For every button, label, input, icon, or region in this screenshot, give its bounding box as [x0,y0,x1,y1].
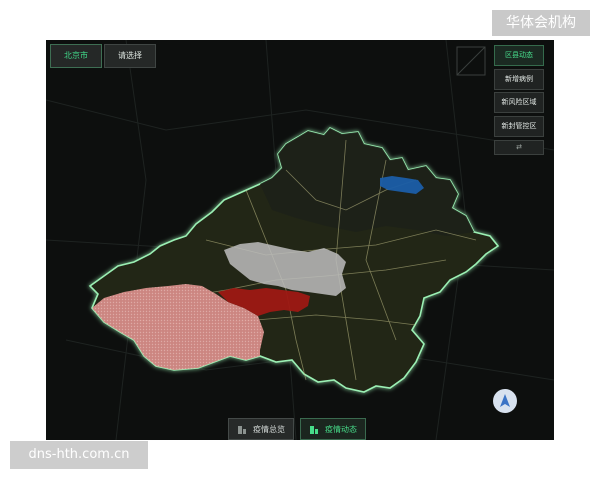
watermark-top-right: 华体会机构 [492,10,590,36]
panel-item-new-control-areas[interactable]: 新封管控区 [494,116,544,137]
district-map[interactable] [46,40,554,440]
frame-corner-icon [456,46,486,76]
compass-button[interactable] [493,389,517,413]
district-select[interactable]: 请选择 [104,44,156,68]
tab-label: 疫情总览 [253,425,285,434]
refresh-button[interactable]: ⇄ [494,140,544,155]
panel-item-district-dynamics[interactable]: 区县动态 [494,45,544,66]
watermark-bottom-left: dns-hth.com.cn [10,441,148,469]
panel-item-new-risk-areas[interactable]: 新风险区域 [494,92,544,113]
map-app: 北京市 请选择 区县动态 新增病例 新风险区域 新封管控区 ⇄ 疫情总览 疫情动… [46,40,554,440]
building-icon [238,426,246,434]
swap-arrows-icon: ⇄ [516,143,522,151]
tab-epidemic-overview[interactable]: 疫情总览 [228,418,294,440]
tab-epidemic-dynamics[interactable]: 疫情动态 [300,418,366,440]
city-button[interactable]: 北京市 [50,44,102,68]
building-icon [310,426,318,434]
panel-item-new-cases[interactable]: 新增病例 [494,69,544,90]
navigation-arrow-icon [500,394,510,407]
tab-label: 疫情动态 [325,425,357,434]
